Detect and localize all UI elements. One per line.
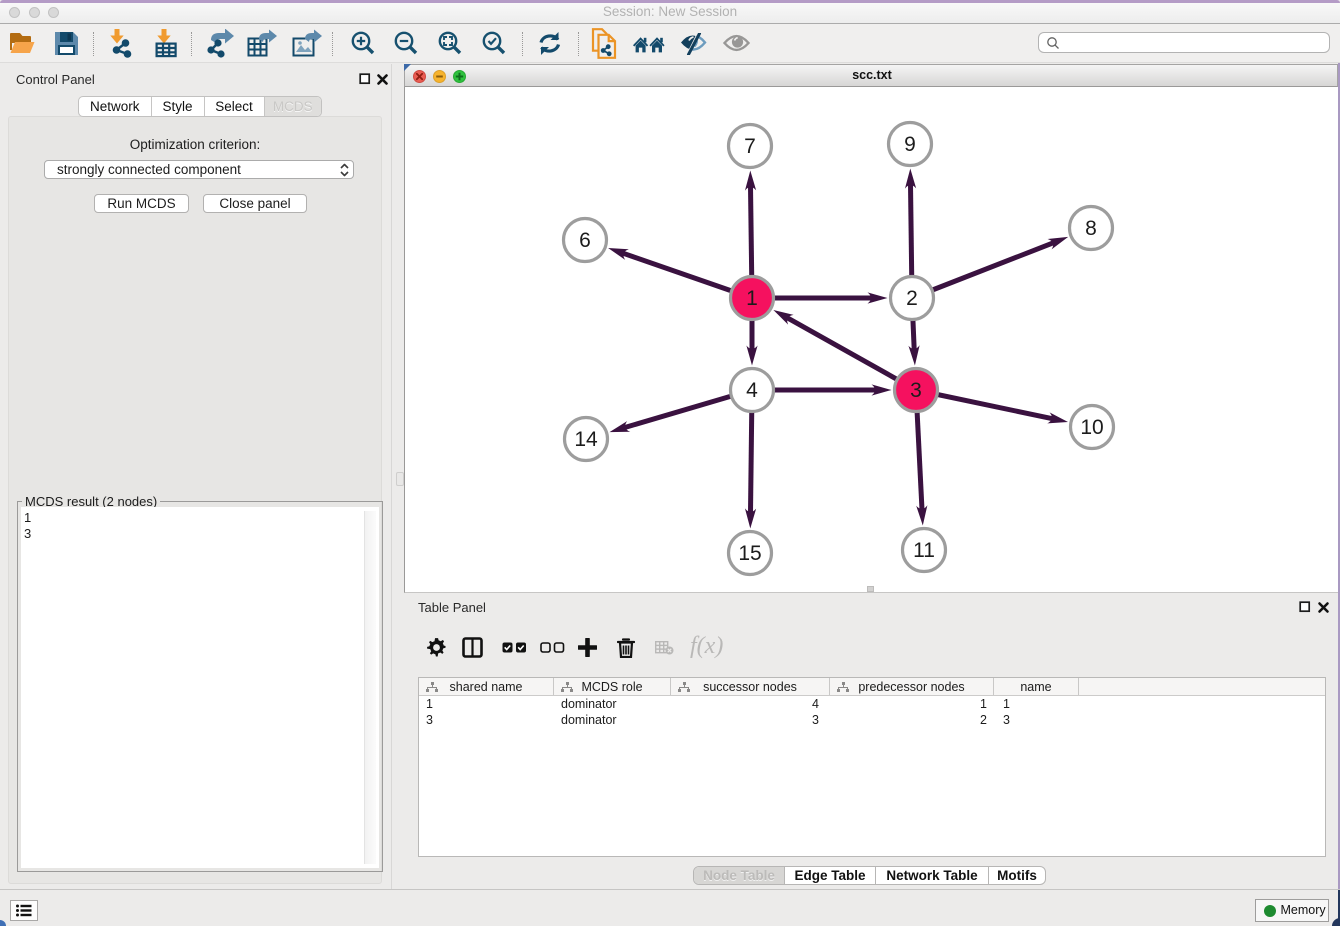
svg-text:9: 9 — [904, 133, 916, 156]
svg-text:3: 3 — [910, 379, 922, 402]
svg-text:14: 14 — [574, 428, 598, 451]
svg-text:2: 2 — [906, 287, 918, 310]
svg-text:4: 4 — [746, 379, 758, 402]
svg-text:1: 1 — [746, 287, 758, 310]
svg-text:15: 15 — [738, 542, 761, 565]
svg-text:7: 7 — [744, 135, 756, 158]
svg-text:11: 11 — [913, 539, 935, 562]
svg-text:8: 8 — [1085, 217, 1097, 240]
svg-text:6: 6 — [579, 229, 591, 252]
svg-text:10: 10 — [1080, 416, 1103, 439]
